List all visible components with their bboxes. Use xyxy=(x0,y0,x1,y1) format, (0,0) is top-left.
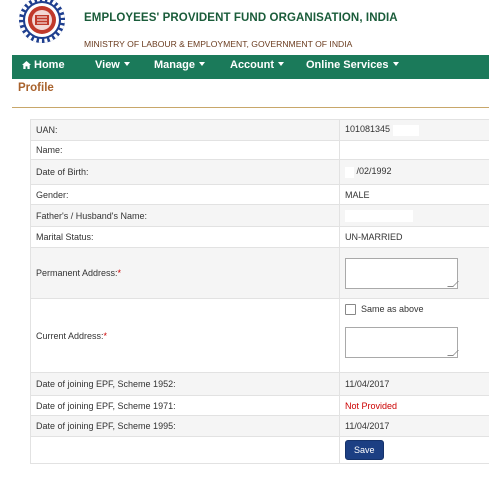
doj-1971-value: Not Provided xyxy=(339,395,489,416)
resize-grip-icon[interactable] xyxy=(447,280,459,287)
redaction-mask xyxy=(345,209,413,222)
nav-home[interactable]: Home xyxy=(22,59,65,71)
home-icon xyxy=(22,61,31,69)
current-address-cell: Same as above xyxy=(339,298,489,373)
ministry-name: MINISTRY OF LABOUR & EMPLOYMENT, GOVERNM… xyxy=(84,39,353,49)
current-address-label-cell: Current Address:* xyxy=(30,298,340,373)
dob-cell: /02/1992 xyxy=(339,159,489,185)
permanent-address-textarea[interactable] xyxy=(345,257,459,289)
caret-down-icon xyxy=(198,62,205,67)
same-as-above-label[interactable]: Same as above xyxy=(361,304,424,314)
title-divider xyxy=(12,107,489,108)
doj-1995-label: Date of joining EPF, Scheme 1995: xyxy=(30,415,340,437)
main-navbar: Home View Manage Account Online Services xyxy=(12,55,489,79)
father-husband-cell xyxy=(339,204,489,227)
nav-account-label: Account xyxy=(230,59,274,71)
table-row: Father's / Husband's Name: xyxy=(30,204,489,227)
save-button[interactable]: Save xyxy=(345,440,384,460)
nav-view-label: View xyxy=(95,59,120,71)
nav-account[interactable]: Account xyxy=(230,59,284,71)
name-value xyxy=(339,140,489,160)
doj-1952-value: 11/04/2017 xyxy=(339,372,489,396)
table-row: Marital Status: UN-MARRIED xyxy=(30,226,489,248)
permanent-address-cell xyxy=(339,247,489,299)
org-name: EMPLOYEES' PROVIDENT FUND ORGANISATION, … xyxy=(84,12,398,24)
epfo-logo xyxy=(19,0,65,43)
doj-1952-label: Date of joining EPF, Scheme 1952: xyxy=(30,372,340,396)
nav-view[interactable]: View xyxy=(95,59,130,71)
uan-cell: 101081345 xyxy=(339,119,489,141)
doj-1971-label: Date of joining EPF, Scheme 1971: xyxy=(30,395,340,416)
same-as-above-checkbox[interactable] xyxy=(345,304,356,316)
caret-down-icon xyxy=(123,62,130,67)
gender-label: Gender: xyxy=(30,184,340,205)
nav-home-label: Home xyxy=(34,59,65,71)
uan-value: 101081345 xyxy=(345,124,391,135)
nav-manage-label: Manage xyxy=(154,59,195,71)
table-row: Name: xyxy=(30,140,489,160)
table-row: Gender: MALE xyxy=(30,184,489,205)
redaction-mask xyxy=(392,124,419,136)
marital-label: Marital Status: xyxy=(30,226,340,248)
table-row: Permanent Address:* xyxy=(30,247,489,299)
table-row: Save xyxy=(30,436,489,464)
required-marker: * xyxy=(117,268,122,278)
table-row: Date of joining EPF, Scheme 1971: Not Pr… xyxy=(30,395,489,416)
nav-online-services-label: Online Services xyxy=(306,59,389,71)
uan-label: UAN: xyxy=(30,119,340,141)
profile-table: UAN: 101081345 Name: Date of Birth: /02/… xyxy=(30,119,489,464)
required-marker: * xyxy=(103,330,108,341)
permanent-address-label: Permanent Address: xyxy=(36,268,118,278)
caret-down-icon xyxy=(278,62,284,67)
marital-value: UN-MARRIED xyxy=(339,226,489,248)
resize-grip-icon[interactable] xyxy=(447,350,459,357)
current-address-textarea[interactable] xyxy=(345,327,459,359)
current-address-label: Current Address: xyxy=(36,330,104,341)
father-husband-label: Father's / Husband's Name: xyxy=(30,204,340,227)
site-header: EMPLOYEES' PROVIDENT FUND ORGANISATION, … xyxy=(0,0,489,55)
gender-value: MALE xyxy=(339,184,489,205)
redaction-mask xyxy=(345,166,354,178)
table-row: Date of joining EPF, Scheme 1995: 11/04/… xyxy=(30,415,489,437)
table-row: Current Address:* Same as above xyxy=(30,298,489,373)
nav-online-services[interactable]: Online Services xyxy=(306,59,399,71)
caret-down-icon xyxy=(392,62,399,67)
same-as-above-row: Same as above xyxy=(345,304,486,316)
empty-cell xyxy=(30,436,340,464)
dob-value: /02/1992 xyxy=(356,166,392,177)
save-cell: Save xyxy=(339,436,489,464)
table-row: UAN: 101081345 xyxy=(30,119,489,141)
doj-1995-value: 11/04/2017 xyxy=(339,415,489,437)
dob-label: Date of Birth: xyxy=(30,159,340,185)
table-row: Date of Birth: /02/1992 xyxy=(30,159,489,185)
page-title: Profile xyxy=(18,82,54,94)
name-label: Name: xyxy=(30,140,340,160)
nav-manage[interactable]: Manage xyxy=(154,59,205,71)
table-row: Date of joining EPF, Scheme 1952: 11/04/… xyxy=(30,372,489,396)
permanent-address-label-cell: Permanent Address:* xyxy=(30,247,340,299)
